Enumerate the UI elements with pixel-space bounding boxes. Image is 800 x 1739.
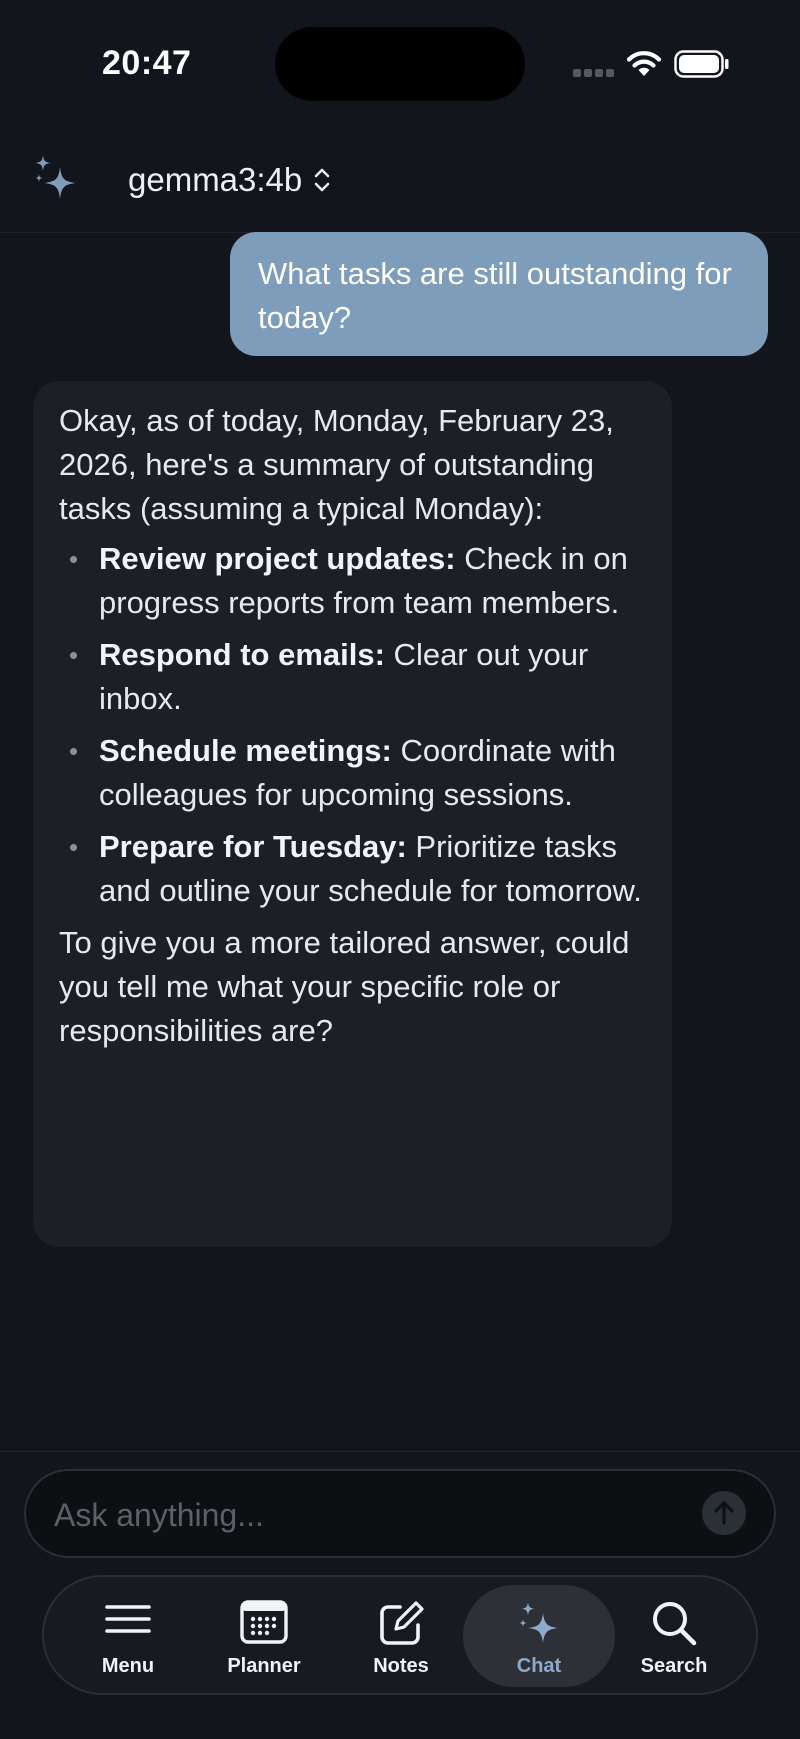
cellular-signal-icon — [573, 69, 614, 77]
task-list-item: • Schedule meetings: Coordinate with coll… — [59, 729, 646, 817]
task-list-item: • Review project updates: Check in on pro… — [59, 537, 646, 625]
task-list-item: • Prepare for Tuesday: Prioritize tasks a… — [59, 825, 646, 913]
user-message-bubble: What tasks are still outstanding for tod… — [230, 232, 768, 356]
tab-chat[interactable]: Chat — [463, 1585, 615, 1687]
calendar-icon — [240, 1600, 288, 1644]
dynamic-island — [275, 27, 525, 101]
status-time: 20:47 — [102, 44, 192, 82]
model-selector[interactable]: gemma3:4b — [128, 155, 332, 205]
chat-input[interactable] — [52, 1487, 696, 1543]
tab-label: Notes — [373, 1655, 429, 1677]
chat-screen: 20:47 gemma3:4b What tasks are still out… — [0, 0, 800, 1739]
compose-icon — [380, 1601, 424, 1645]
bullet: • — [69, 640, 79, 670]
battery-icon — [674, 50, 729, 78]
wifi-icon — [626, 51, 662, 76]
bullet: • — [69, 736, 79, 766]
chat-input-container — [24, 1469, 776, 1558]
task-list-item: • Respond to emails: Clear out your inbox… — [59, 633, 646, 721]
chevron-up-down-icon — [315, 168, 330, 192]
bullet: • — [69, 544, 79, 574]
task-title: Review project updates: — [99, 541, 456, 576]
tab-label: Planner — [227, 1655, 301, 1677]
hamburger-menu-icon — [105, 1605, 151, 1633]
model-name: gemma3:4b — [128, 161, 303, 198]
tab-label: Menu — [101, 1655, 155, 1677]
tab-menu[interactable]: Menu — [58, 1585, 198, 1687]
task-title: Prepare for Tuesday: — [99, 829, 407, 864]
magnifier-icon — [653, 1602, 697, 1646]
assistant-intro: Okay, as of today, Monday, February 23, … — [59, 403, 614, 526]
task-title: Schedule meetings: — [99, 733, 392, 768]
bullet: • — [69, 832, 79, 862]
task-title: Respond to emails: — [99, 637, 385, 672]
tab-label: Search — [640, 1655, 708, 1677]
composer-divider — [0, 1451, 800, 1452]
tab-label: Chat — [516, 1655, 562, 1677]
tab-notes[interactable]: Notes — [331, 1585, 471, 1687]
sparkles-icon — [519, 1602, 558, 1643]
sparkles-icon[interactable] — [30, 153, 82, 209]
chat-header: gemma3:4b — [0, 125, 800, 233]
send-button[interactable] — [702, 1491, 746, 1535]
tab-bar: Menu Planner Notes Chat Search — [42, 1575, 758, 1695]
assistant-outro: To give you a more tailored answer, coul… — [59, 925, 630, 1048]
tab-planner[interactable]: Planner — [194, 1585, 334, 1687]
assistant-message-bubble: Okay, as of today, Monday, February 23, … — [33, 381, 672, 1247]
task-list: • Review project updates: Check in on pro… — [59, 537, 646, 913]
tab-search[interactable]: Search — [604, 1585, 744, 1687]
